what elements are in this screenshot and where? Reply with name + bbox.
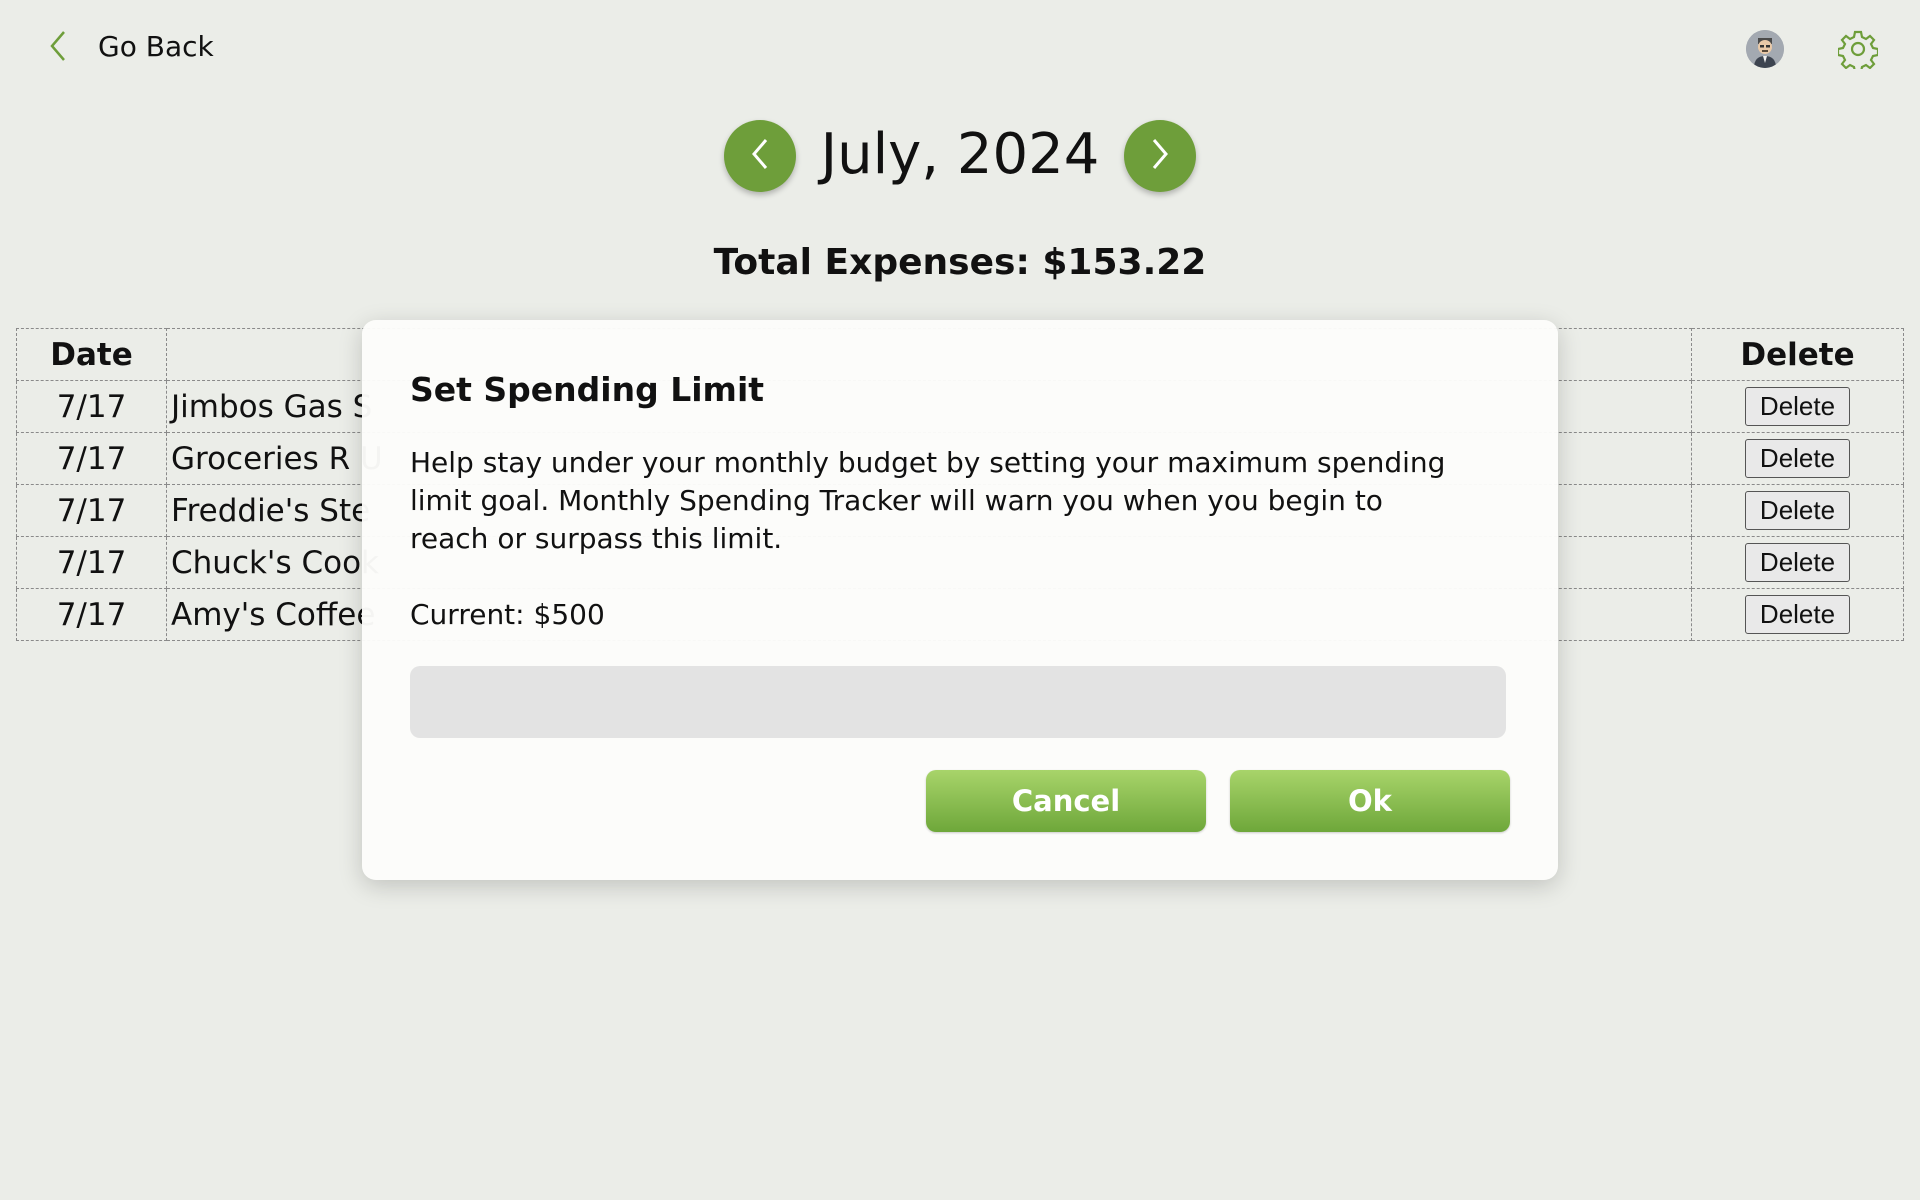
row-date: 7/17	[16, 432, 167, 485]
current-limit: Current: $500	[410, 598, 605, 631]
go-back-label: Go Back	[98, 29, 214, 63]
cancel-button[interactable]: Cancel	[926, 770, 1206, 832]
delete-button[interactable]: Delete	[1744, 387, 1851, 426]
row-date: 7/17	[16, 588, 167, 641]
delete-button[interactable]: Delete	[1744, 543, 1851, 582]
header-date: Date	[16, 328, 167, 381]
delete-button[interactable]: Delete	[1744, 491, 1851, 530]
row-delete-cell: Delete	[1691, 588, 1904, 641]
chevron-left-icon	[48, 28, 72, 64]
page: Go Back July, 2024 Total Expenses: $153.…	[0, 0, 1920, 1200]
month-title: July, 2024	[820, 122, 1100, 187]
header-delete: Delete	[1691, 328, 1904, 381]
chevron-right-icon	[1148, 136, 1172, 176]
go-back-button[interactable]: Go Back	[48, 28, 214, 64]
row-delete-cell: Delete	[1691, 536, 1904, 589]
row-date: 7/17	[16, 380, 167, 433]
row-date: 7/17	[16, 536, 167, 589]
dialog-title: Set Spending Limit	[410, 370, 765, 409]
delete-button[interactable]: Delete	[1744, 595, 1851, 634]
total-expenses: Total Expenses: $153.22	[713, 242, 1207, 283]
row-date: 7/17	[16, 484, 167, 537]
row-delete-cell: Delete	[1691, 432, 1904, 485]
user-avatar[interactable]	[1746, 30, 1784, 68]
row-delete-cell: Delete	[1691, 380, 1904, 433]
row-delete-cell: Delete	[1691, 484, 1904, 537]
delete-button[interactable]: Delete	[1744, 439, 1851, 478]
spending-limit-dialog: Set Spending Limit Help stay under your …	[362, 320, 1558, 880]
next-month-button[interactable]	[1124, 120, 1196, 192]
ok-button[interactable]: Ok	[1230, 770, 1510, 832]
gear-icon[interactable]	[1836, 29, 1880, 74]
dialog-description: Help stay under your monthly budget by s…	[410, 446, 1446, 555]
spending-limit-input[interactable]	[410, 666, 1506, 738]
